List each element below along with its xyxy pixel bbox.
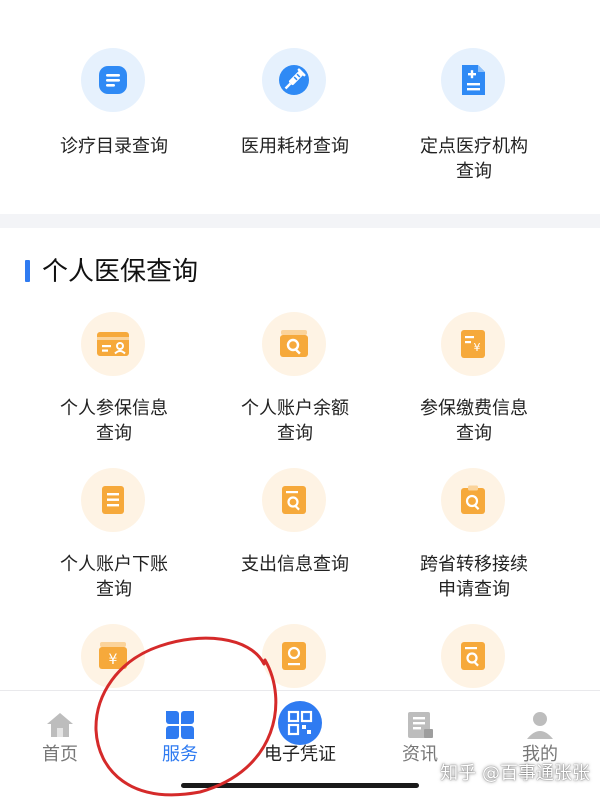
- wallet-search-icon: [262, 312, 326, 376]
- tab-home[interactable]: 首页: [0, 691, 120, 781]
- tab-label: 首页: [42, 744, 78, 765]
- doc-search-icon: [441, 624, 505, 688]
- service-label: 个人账户下账 查询: [60, 554, 168, 600]
- tab-e-certificate[interactable]: 电子凭证: [240, 691, 360, 781]
- list-document-icon: [81, 468, 145, 532]
- section-title: 个人医保查询: [42, 257, 199, 287]
- top-service-grid: 诊疗目录查询 医用耗材查询 定点医疗机构 查询: [0, 0, 600, 214]
- service-label: 诊疗目录查询: [60, 136, 168, 157]
- document-lines-icon: [81, 48, 145, 112]
- service-label: 医用耗材查询: [241, 136, 349, 157]
- watermark-text: 知乎 @百事通张张: [440, 763, 590, 784]
- tab-services[interactable]: 服务: [120, 691, 240, 781]
- medical-file-icon: [441, 48, 505, 112]
- location-pin-icon: [262, 624, 326, 688]
- grid-clover-icon: [162, 707, 198, 743]
- home-indicator: [181, 783, 419, 788]
- user-icon: [522, 707, 558, 743]
- service-label: 支出信息查询: [241, 554, 349, 575]
- service-label: 个人参保信息 查询: [60, 398, 168, 444]
- yuan-bill-icon: ¥: [441, 312, 505, 376]
- home-icon: [42, 707, 78, 743]
- service-label: 跨省转移接续 申请查询: [420, 554, 528, 600]
- id-card-icon: [81, 312, 145, 376]
- tab-label: 电子凭证: [264, 744, 336, 765]
- doc-search-icon: [262, 468, 326, 532]
- yuan-card-icon: ¥: [81, 624, 145, 688]
- section-divider: [0, 214, 600, 228]
- news-icon: [402, 707, 438, 743]
- service-label: 个人账户余额 查询: [241, 398, 349, 444]
- tab-label: 服务: [162, 744, 198, 765]
- section-accent-bar: [25, 260, 30, 282]
- syringe-icon: [262, 48, 326, 112]
- clipboard-search-icon: [441, 468, 505, 532]
- service-label: 参保缴费信息 查询: [420, 398, 528, 444]
- svg-text:¥: ¥: [109, 652, 118, 668]
- svg-text:¥: ¥: [474, 341, 481, 354]
- service-label: 定点医疗机构 查询: [420, 136, 528, 182]
- qr-code-icon: [278, 701, 322, 745]
